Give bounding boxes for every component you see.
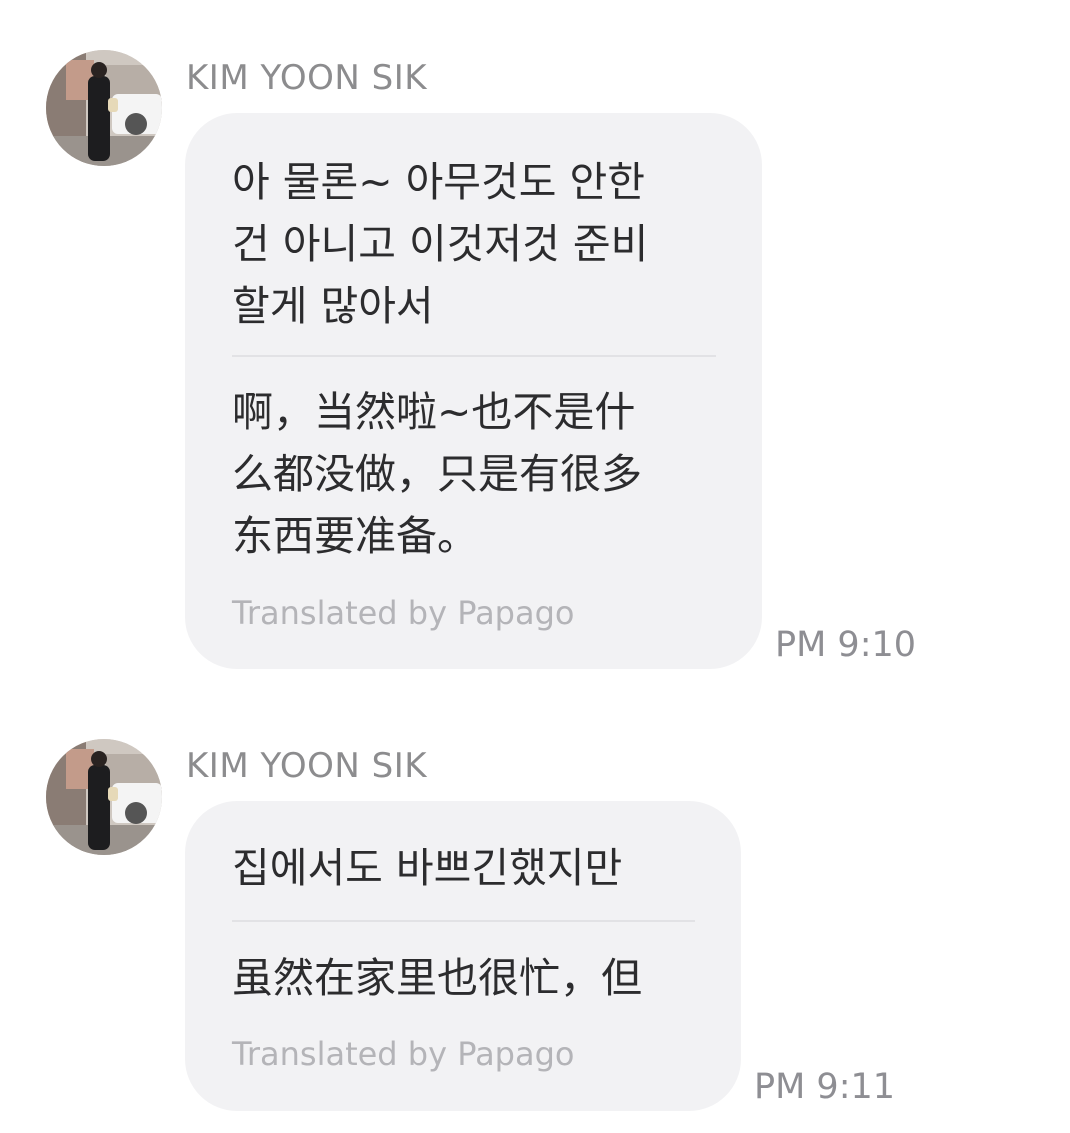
sender-name: KIM YOON SIK bbox=[186, 58, 428, 98]
translated-text: 啊，当然啦~也不是什 么都没做，只是有很多 东西要准备。 bbox=[232, 388, 642, 560]
translation-credit: Translated by Papago bbox=[232, 594, 575, 632]
original-text: 아 물론~ 아무것도 안한 건 아니고 이것저것 준비 할게 많아서 bbox=[232, 158, 649, 330]
translation-divider bbox=[232, 920, 695, 922]
message-timestamp: PM 9:11 bbox=[754, 1067, 896, 1107]
translation-divider bbox=[232, 355, 716, 357]
sender-avatar[interactable] bbox=[46, 50, 162, 166]
translated-text: 虽然在家里也很忙，但 bbox=[232, 954, 642, 1002]
original-text: 집에서도 바쁘긴했지만 bbox=[232, 844, 623, 892]
message-bubble[interactable]: 집에서도 바쁘긴했지만 虽然在家里也很忙，但 Translated by Pap… bbox=[185, 801, 741, 1111]
translation-credit: Translated by Papago bbox=[232, 1035, 575, 1073]
sender-name: KIM YOON SIK bbox=[186, 746, 428, 786]
avatar-photo bbox=[46, 739, 162, 855]
avatar-photo bbox=[46, 50, 162, 166]
sender-avatar[interactable] bbox=[46, 739, 162, 855]
message-bubble[interactable]: 아 물론~ 아무것도 안한 건 아니고 이것저것 준비 할게 많아서 啊，当然啦… bbox=[185, 113, 762, 669]
message-timestamp: PM 9:10 bbox=[775, 625, 917, 665]
